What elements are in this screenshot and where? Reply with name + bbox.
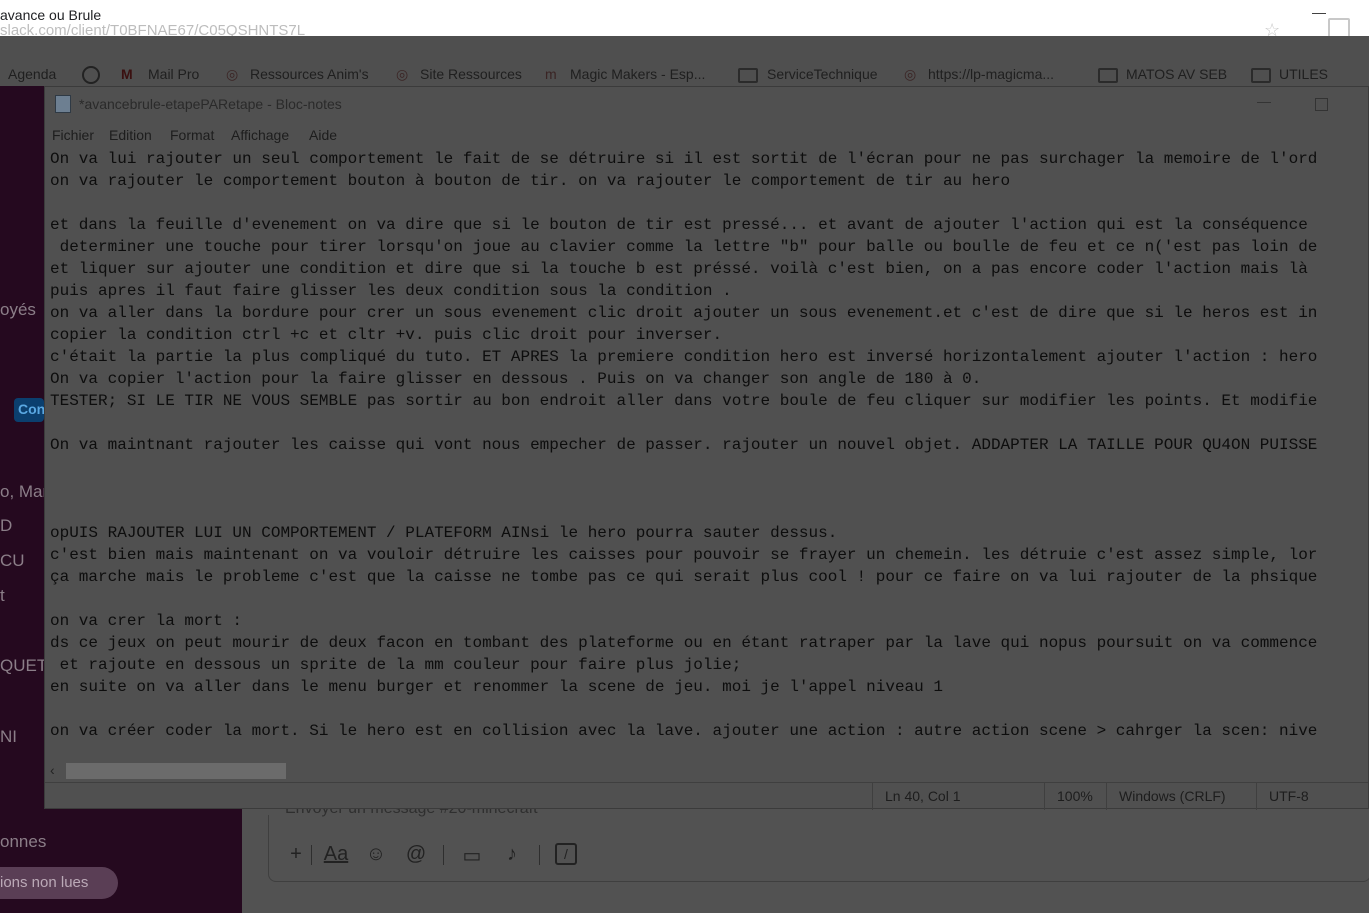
horizontal-scrollbar[interactable]: ‹	[45, 759, 1368, 781]
message-composer[interactable]	[268, 815, 1369, 882]
scrollbar-thumb[interactable]	[66, 763, 286, 779]
status-bar: Ln 40, Col 1 100% Windows (CRLF) UTF-8	[45, 782, 1368, 810]
text-line: ça marche mais le probleme c'est que la …	[50, 568, 1318, 586]
text-line: et liquer sur ajouter une condition et d…	[50, 260, 1308, 278]
site-icon: ◎	[904, 66, 917, 82]
site-icon: m	[545, 66, 557, 82]
site-icon: ◎	[396, 66, 409, 82]
unread-messages-button[interactable]: ions non lues	[0, 867, 118, 899]
bookmark-site-ressources[interactable]: Site Ressources	[420, 66, 522, 82]
plus-icon[interactable]: +	[283, 843, 309, 866]
text-line: et dans la feuille d'evenement on va dir…	[50, 216, 1308, 234]
format-text-icon[interactable]: Aa	[323, 843, 349, 866]
text-line: TESTER; SI LE TIR NE VOUS SEMBLE pas sor…	[50, 392, 1318, 410]
text-line: opUIS RAJOUTER LUI UN COMPORTEMENT / PLA…	[50, 524, 838, 542]
menu-fichier[interactable]: Fichier	[52, 127, 94, 143]
text-line: puis apres il faut faire glisser les deu…	[50, 282, 732, 300]
text-line: en suite on va aller dans le menu burger…	[50, 678, 943, 696]
menu-aide[interactable]: Aide	[309, 127, 337, 143]
zoom-level: 100%	[1044, 783, 1106, 810]
text-line: on va rajouter le comportement bouton à …	[50, 172, 1011, 190]
text-line	[50, 192, 1368, 214]
notepad-titlebar[interactable]: *avancebrule-etapePARetape - Bloc-notes …	[45, 87, 1368, 119]
text-line: On va copier l'action pour la faire glis…	[50, 370, 982, 388]
text-line: determiner une touche pour tirer lorsqu'…	[50, 238, 1318, 256]
browser-titlebar: avance ou Brule slack.com/client/T0BFNAE…	[0, 0, 1369, 40]
sidebar-item[interactable]: QUET,	[0, 656, 50, 676]
video-icon[interactable]: ▭	[459, 843, 485, 868]
sidebar-item[interactable]: NI	[0, 727, 17, 747]
microphone-icon[interactable]: ♪	[499, 843, 525, 866]
text-line	[50, 456, 1368, 478]
notepad-window: *avancebrule-etapePARetape - Bloc-notes …	[44, 86, 1369, 810]
encoding: UTF-8	[1256, 783, 1368, 810]
minimize-icon[interactable]: —	[1312, 4, 1326, 20]
sidebar-badge[interactable]: Con	[14, 398, 45, 422]
scroll-left-icon[interactable]: ‹	[50, 762, 55, 778]
bookmark-matos-av-seb[interactable]: MATOS AV SEB	[1126, 66, 1227, 82]
toolbar-divider	[311, 845, 312, 865]
menu-affichage[interactable]: Affichage	[231, 127, 289, 143]
toolbar-divider	[539, 845, 540, 865]
globe-icon[interactable]	[82, 66, 100, 84]
notepad-title: *avancebrule-etapePARetape - Bloc-notes	[79, 96, 342, 112]
menu-edition[interactable]: Edition	[109, 127, 152, 143]
browser-tab-title[interactable]: avance ou Brule	[0, 7, 101, 23]
minimize-icon[interactable]: —	[1257, 93, 1271, 109]
bookmark-magic-makers[interactable]: Magic Makers - Esp...	[570, 66, 705, 82]
bookmark-service-technique[interactable]: ServiceTechnique	[767, 66, 878, 82]
sidebar-item[interactable]: CU	[0, 551, 25, 571]
emoji-icon[interactable]: ☺	[363, 843, 389, 866]
text-line: copier la condition ctrl +c et cltr +v. …	[50, 326, 723, 344]
text-line	[50, 588, 1368, 610]
mention-icon[interactable]: @	[403, 843, 429, 866]
menu-format[interactable]: Format	[170, 127, 214, 143]
toolbar-divider	[443, 845, 444, 865]
text-line	[50, 500, 1368, 522]
text-line: c'était la partie la plus compliqué du t…	[50, 348, 1318, 366]
extensions-icon[interactable]	[1328, 18, 1350, 38]
notepad-icon	[55, 95, 71, 113]
text-editor-area[interactable]: On va lui rajouter un seul comportement …	[50, 148, 1368, 758]
text-line: ds ce jeux on peut mourir de deux facon …	[50, 634, 1318, 652]
text-line	[50, 412, 1368, 434]
text-line: On va lui rajouter un seul comportement …	[50, 150, 1318, 168]
folder-icon	[738, 68, 758, 83]
text-line: on va créer coder la mort. Si le hero es…	[50, 722, 1318, 740]
bookmark-mail-pro[interactable]: Mail Pro	[148, 66, 199, 82]
bookmark-agenda[interactable]: Agenda	[8, 66, 56, 82]
shortcuts-icon[interactable]: /	[555, 843, 577, 865]
text-line: c'est bien mais maintenant on va vouloir…	[50, 546, 1318, 564]
folder-icon	[1098, 68, 1118, 83]
text-line: et rajoute en dessous un sprite de la mm…	[50, 656, 742, 674]
text-line: on va crer la mort :	[50, 612, 243, 630]
bookmark-utiles[interactable]: UTILES	[1279, 66, 1328, 82]
sidebar-item[interactable]: o, Mar	[0, 482, 48, 502]
text-line: on va aller dans la bordure pour crer un…	[50, 304, 1318, 322]
cursor-position: Ln 40, Col 1	[872, 783, 1044, 810]
site-icon: ◎	[226, 66, 239, 82]
sidebar-item[interactable]: D	[0, 516, 12, 536]
sidebar-item[interactable]: onnes	[0, 832, 46, 852]
bookmark-ressources-anims[interactable]: Ressources Anim's	[250, 66, 369, 82]
sidebar-item[interactable]: oyés	[0, 300, 36, 320]
maximize-icon[interactable]	[1315, 98, 1328, 111]
text-line: On va maintnant rajouter les caisse qui …	[50, 436, 1318, 454]
text-line	[50, 698, 1368, 720]
text-line	[50, 478, 1368, 500]
sidebar-item[interactable]: t	[0, 586, 5, 606]
bookmark-lp-magicma[interactable]: https://lp-magicma...	[928, 66, 1054, 82]
line-ending: Windows (CRLF)	[1106, 783, 1256, 810]
gmail-icon: M	[121, 66, 133, 82]
folder-icon	[1251, 68, 1271, 83]
